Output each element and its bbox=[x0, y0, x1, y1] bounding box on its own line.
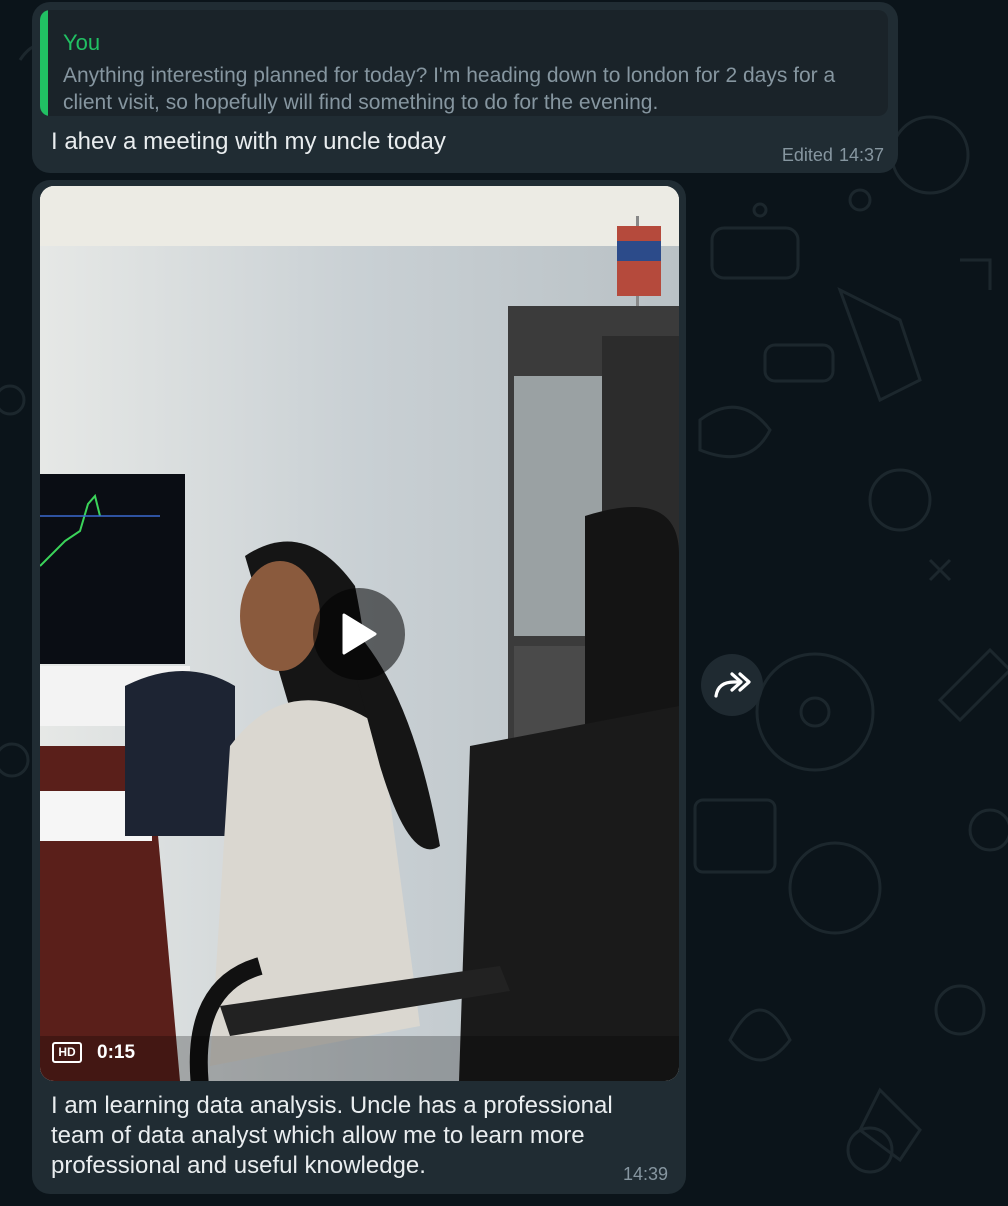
quote-author: You bbox=[63, 30, 101, 55]
video-duration: 0:15 bbox=[97, 1042, 136, 1063]
video-thumbnail[interactable]: HD 0:15 bbox=[40, 186, 679, 1081]
video-caption: I am learning data analysis. Uncle has a… bbox=[51, 1092, 613, 1179]
play-icon bbox=[342, 613, 377, 655]
quoted-message[interactable]: You Anything interesting planned for tod… bbox=[40, 10, 888, 116]
message-bubble-outgoing[interactable]: You Anything interesting planned for tod… bbox=[32, 2, 898, 173]
forward-icon bbox=[714, 672, 751, 698]
message-bubble-video[interactable]: HD 0:15 I am learning data analysis. Unc… bbox=[32, 180, 686, 1194]
quote-accent-bar bbox=[40, 10, 48, 116]
play-button[interactable] bbox=[313, 588, 405, 680]
hd-icon: HD bbox=[52, 1042, 82, 1063]
message-meta: Edited 14:37 bbox=[776, 145, 884, 166]
message-text: I ahev a meeting with my uncle today bbox=[51, 128, 446, 155]
forward-button[interactable] bbox=[701, 654, 763, 716]
message-time: 14:39 bbox=[622, 1164, 668, 1184]
quote-text: Anything interesting planned for today? … bbox=[63, 64, 836, 114]
message-time: 14:37 bbox=[838, 145, 884, 165]
edited-label: Edited bbox=[781, 145, 833, 165]
